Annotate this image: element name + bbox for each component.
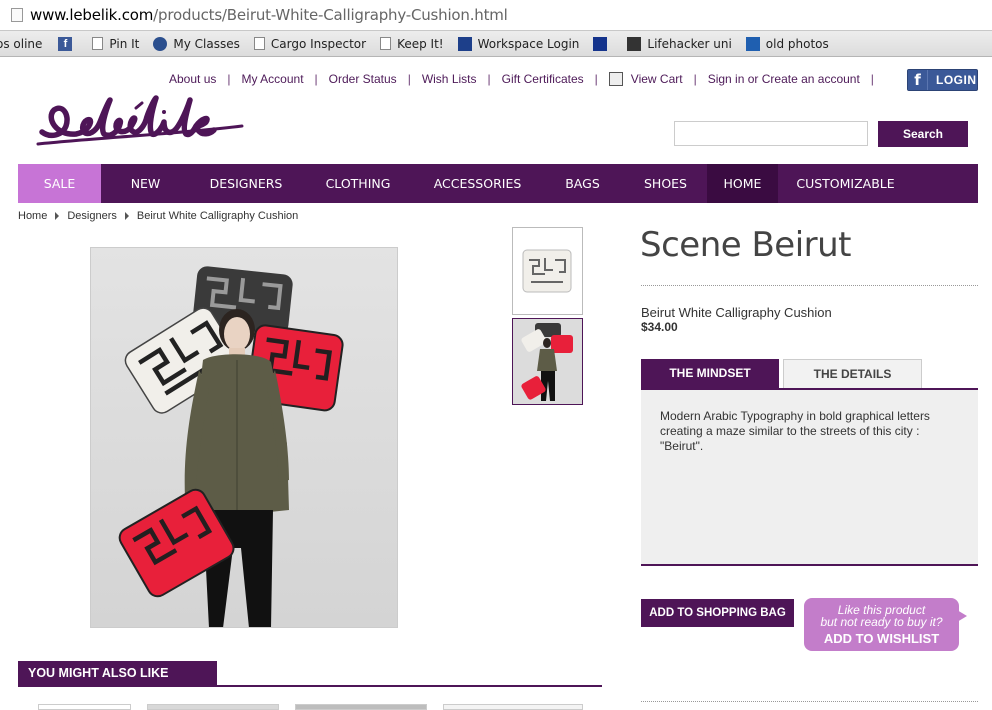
dotted-divider [641,285,978,286]
separator: | [407,72,411,86]
document-icon [92,37,104,50]
recommended-product-1[interactable] [38,704,131,710]
bookmark-label: My Classes [173,36,240,51]
nav-item-clothing[interactable]: CLOTHING [302,164,414,203]
bookmark-label: old photos [765,36,829,51]
sign-in-link[interactable]: Sign in or Create an account [708,72,860,86]
bookmark-cargo-inspector[interactable]: Cargo Inspector [253,36,367,51]
nav-item-designers[interactable]: DESIGNERS [190,164,302,203]
bookmark-os-oline[interactable]: os oline [0,37,42,51]
bookmark-label: Pin It [109,36,140,51]
bookmark-label: Workspace Login [477,36,580,51]
separator: | [227,72,231,86]
facebook-login-label: LOGIN [936,73,977,87]
nav-item-accessories[interactable]: ACCESSORIES [414,164,541,203]
product-brand-title: Scene Beirut [640,225,852,265]
nav-item-bags[interactable]: BAGS [541,164,624,203]
facebook-icon: f [908,70,928,90]
product-price: $34.00 [641,320,678,334]
gift-certificates-link[interactable]: Gift Certificates [502,72,584,86]
recommended-product-4[interactable] [443,704,583,710]
thumbnail-image [522,249,572,293]
nav-item-home[interactable]: HOME [707,164,778,203]
url-path: /products/Beirut-White-Calligraphy-Cushi… [153,6,508,24]
separator: | [487,72,491,86]
bookmark-workspace-login[interactable]: Workspace Login [457,36,580,51]
document-icon [253,37,265,50]
lebelik-logo[interactable] [36,92,246,152]
bookmark-label: Cargo Inspector [270,36,367,51]
view-cart-link[interactable]: View Cart [631,72,683,86]
recommended-product-2[interactable] [147,704,279,710]
nav-item-new[interactable]: NEW [101,164,190,203]
breadcrumb: Home Designers Beirut White Calligraphy … [18,210,298,222]
breadcrumb-home[interactable]: Home [18,210,47,222]
bookmark-label: Lifehacker uni [647,36,732,51]
wishlist-prompt-line2: but not ready to buy it? [820,615,943,629]
section-underline [18,685,602,687]
document-icon [380,37,392,50]
classes-icon [153,36,168,51]
nav-item-shoes[interactable]: SHOES [624,164,707,203]
photos-icon [745,36,760,51]
mindset-description: Modern Arabic Typography in bold graphic… [660,409,930,453]
breadcrumb-designers[interactable]: Designers [67,210,117,222]
separator: | [594,72,598,86]
bookmark-my-classes[interactable]: My Classes [153,36,240,51]
search-input[interactable] [674,121,868,146]
url-domain: www.lebelik.com [30,6,154,24]
bookmark-download[interactable] [593,36,613,51]
tab-the-mindset[interactable]: THE MINDSET [641,359,779,389]
chevron-right-icon [124,212,129,220]
product-thumbnail-1[interactable] [512,227,583,315]
product-thumbnail-2[interactable] [512,318,583,405]
product-name: Beirut White Calligraphy Cushion [641,305,832,320]
add-to-wishlist-button[interactable]: Like this product but not ready to buy i… [804,598,967,651]
separator: | [693,72,697,86]
cart-icon [608,72,623,86]
about-us-link[interactable]: About us [169,72,216,86]
search-button[interactable]: Search [878,121,968,147]
download-icon [593,36,608,51]
browser-address-bar[interactable]: www.lebelik.com/products/Beirut-White-Ca… [0,0,992,31]
wish-lists-link[interactable]: Wish Lists [422,72,477,86]
page-icon [11,8,23,22]
wishlist-label: ADD TO WISHLIST [823,631,940,646]
bookmark-facebook[interactable]: f [58,36,78,51]
bookmark-label: os oline [0,36,43,51]
facebook-login-button[interactable]: f LOGIN [907,69,978,91]
facebook-icon: f [58,36,73,51]
url-text[interactable]: www.lebelik.com/products/Beirut-White-Ca… [30,6,508,24]
bookmarks-bar: os oline f Pin It My Classes Cargo Inspe… [0,31,992,57]
mail-icon [457,36,472,51]
separator: | [314,72,318,86]
bookmark-keep-it[interactable]: Keep It! [380,37,444,51]
dotted-divider [641,701,978,702]
nav-item-customizable[interactable]: CUSTOMIZABLE [778,164,913,203]
my-account-link[interactable]: My Account [242,72,304,86]
product-main-image[interactable] [90,247,398,628]
bookmark-lifehacker[interactable]: Lifehacker uni [627,36,732,51]
bookmark-pin-it[interactable]: Pin It [92,37,139,51]
product-photo [118,266,344,627]
nav-item-sale[interactable]: SALE [18,164,101,203]
order-status-link[interactable]: Order Status [329,72,397,86]
bookmark-label: Keep It! [397,36,444,51]
lifehacker-icon [627,36,642,51]
you-might-also-like-heading: YOU MIGHT ALSO LIKE [18,661,217,686]
separator: | [870,72,874,86]
thumbnail-image [513,319,582,404]
bookmark-old-photos[interactable]: old photos [745,36,829,51]
chevron-right-icon [55,212,60,220]
recommended-product-3[interactable] [295,704,427,710]
utility-nav: About us | My Account | Order Status | Wish… [169,72,885,86]
main-nav: SALE NEW DESIGNERS CLOTHING ACCESSORIES … [18,164,978,203]
add-to-shopping-bag-button[interactable]: ADD TO SHOPPING BAG [641,599,794,627]
speech-tail [957,610,967,622]
tab-the-details[interactable]: THE DETAILS [783,359,922,389]
breadcrumb-current: Beirut White Calligraphy Cushion [136,210,299,222]
